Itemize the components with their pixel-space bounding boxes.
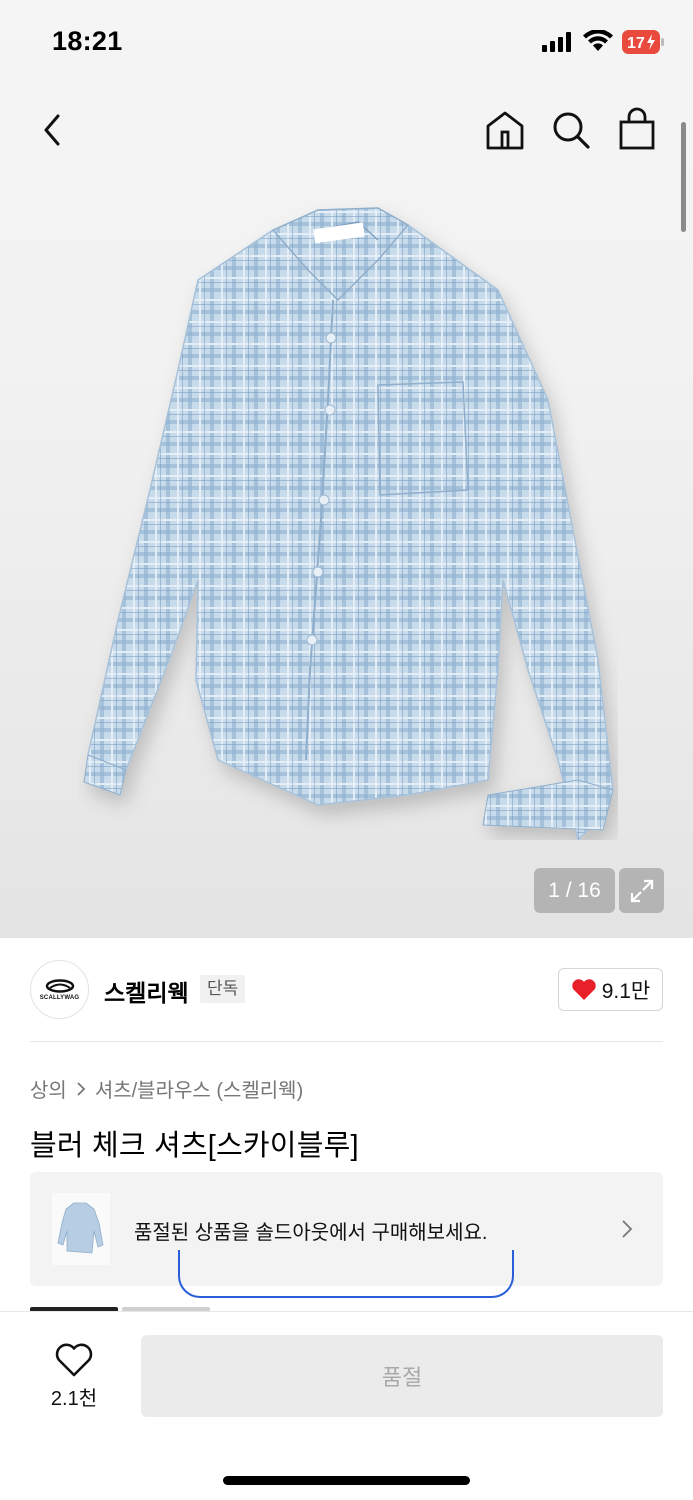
wishlist-count: 2.1천 bbox=[50, 1388, 98, 1410]
heart-icon bbox=[572, 979, 596, 1000]
brand-name[interactable]: 스켈리웩 bbox=[104, 974, 189, 1008]
shopping-bag-icon[interactable] bbox=[616, 106, 658, 152]
breadcrumb: 상의 셔츠/블라우스 (스켈리웩) bbox=[30, 1074, 303, 1103]
brand-logo[interactable]: SCALLYWAG bbox=[30, 960, 89, 1019]
image-page-counter: 1 / 16 bbox=[534, 868, 615, 913]
wishlist-button[interactable]: 2.1천 bbox=[30, 1336, 118, 1416]
status-time: 18:21 bbox=[52, 26, 123, 56]
cellular-signal-icon bbox=[542, 32, 571, 52]
brand-logo-mark bbox=[45, 978, 74, 993]
status-bar: 18:21 17 bbox=[0, 0, 693, 86]
breadcrumb-subcategory[interactable]: 셔츠/블라우스 (스켈리웩) bbox=[95, 1074, 303, 1103]
bottom-action-bar: 2.1천 품절 bbox=[0, 1311, 693, 1500]
home-indicator bbox=[223, 1476, 470, 1485]
product-image bbox=[83, 207, 614, 840]
brand-like-count: 9.1만 bbox=[601, 979, 651, 1003]
expand-image-button[interactable] bbox=[619, 868, 664, 913]
soldout-banner-text: 품절된 상품을 솔드아웃에서 구매해보세요. bbox=[134, 1222, 488, 1244]
chevron-right-icon bbox=[622, 1220, 633, 1238]
exclusive-badge: 단독 bbox=[200, 975, 246, 1003]
brand-like-button[interactable]: 9.1만 bbox=[558, 968, 663, 1011]
product-title: 블러 체크 셔츠[스카이블루] bbox=[30, 1130, 359, 1162]
divider bbox=[30, 1041, 663, 1042]
home-icon[interactable] bbox=[484, 108, 526, 152]
partial-outlined-element bbox=[178, 1250, 514, 1298]
expand-icon bbox=[630, 879, 653, 902]
search-icon[interactable] bbox=[550, 108, 592, 152]
soldout-thumbnail bbox=[52, 1193, 110, 1265]
brand-logo-text: SCALLYWAG bbox=[39, 994, 80, 1001]
chevron-right-icon bbox=[77, 1081, 86, 1096]
breadcrumb-category[interactable]: 상의 bbox=[30, 1074, 67, 1103]
battery-level: 17 bbox=[627, 35, 645, 52]
scroll-indicator bbox=[681, 122, 686, 232]
battery-icon: 17 bbox=[622, 30, 664, 54]
soldout-button[interactable]: 품절 bbox=[141, 1335, 663, 1417]
heart-outline-icon bbox=[55, 1343, 93, 1377]
wifi-icon bbox=[583, 30, 613, 51]
back-icon[interactable] bbox=[36, 110, 72, 150]
